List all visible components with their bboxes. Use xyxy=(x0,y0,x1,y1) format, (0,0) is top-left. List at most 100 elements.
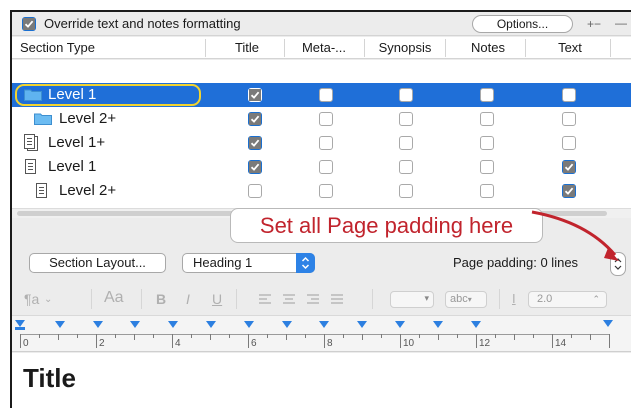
annotation-callout: Set all Page padding here xyxy=(230,208,543,243)
row-label: Level 2+ xyxy=(59,110,117,127)
synopsis-checkbox[interactable] xyxy=(399,136,413,150)
right-indent-marker[interactable] xyxy=(603,320,613,327)
section-layout-button[interactable]: Section Layout... xyxy=(29,253,166,273)
chevron-down-icon: ⌄ xyxy=(44,294,53,305)
table-row[interactable]: Level 1 xyxy=(12,155,631,179)
column-header-notes[interactable]: Notes xyxy=(455,40,521,55)
tab-stop-marker[interactable] xyxy=(206,321,216,328)
text-checkbox[interactable] xyxy=(562,136,576,150)
text-checkbox[interactable] xyxy=(562,160,576,174)
meta-checkbox[interactable] xyxy=(319,160,333,174)
ruler-label: 4 xyxy=(175,338,181,349)
notes-checkbox[interactable] xyxy=(480,160,494,174)
ruler[interactable]: 0 2 4 6 8 10 12 14 xyxy=(12,315,631,352)
compile-format-panel: Override text and notes formatting Optio… xyxy=(10,10,631,408)
text-checkbox[interactable] xyxy=(562,112,576,126)
preview-title-text: Title xyxy=(23,363,76,393)
table-row[interactable]: Level 1 xyxy=(12,83,631,107)
meta-checkbox[interactable] xyxy=(319,112,333,126)
highlight-select[interactable]: abc▾ xyxy=(445,291,487,308)
synopsis-checkbox[interactable] xyxy=(399,88,413,102)
synopsis-checkbox[interactable] xyxy=(399,112,413,126)
ruler-label: 2 xyxy=(99,338,105,349)
page-padding-stepper[interactable] xyxy=(610,252,626,276)
column-header-title[interactable]: Title xyxy=(225,40,269,55)
column-header-meta[interactable]: Meta-... xyxy=(294,40,354,55)
override-row: Override text and notes formatting Optio… xyxy=(12,12,631,36)
override-label: Override text and notes formatting xyxy=(44,16,241,31)
tab-stop-marker[interactable] xyxy=(395,321,405,328)
synopsis-checkbox[interactable] xyxy=(399,160,413,174)
text-checkbox[interactable] xyxy=(562,88,576,102)
underline-button[interactable]: U xyxy=(212,291,222,307)
override-checkbox[interactable] xyxy=(22,17,36,31)
title-checkbox[interactable] xyxy=(248,112,262,126)
section-type-table: Level 1 Level 2+ Level 1+ Level 1 Level … xyxy=(12,60,631,208)
ruler-label: 14 xyxy=(555,338,567,349)
meta-checkbox[interactable] xyxy=(319,88,333,102)
notes-checkbox[interactable] xyxy=(480,136,494,150)
checkmark-icon xyxy=(249,113,261,125)
tab-stop-marker[interactable] xyxy=(168,321,178,328)
row-label: Level 2+ xyxy=(59,182,117,199)
add-remove-control[interactable]: +− xyxy=(587,17,601,31)
checkmark-icon xyxy=(249,89,261,101)
tab-stop-marker[interactable] xyxy=(282,321,292,328)
column-header-synopsis[interactable]: Synopsis xyxy=(369,40,441,55)
checkmark-icon xyxy=(249,161,261,173)
meta-checkbox[interactable] xyxy=(319,136,333,150)
checkmark-icon xyxy=(563,161,575,173)
text-color-select[interactable]: ▾ xyxy=(390,291,434,308)
style-select[interactable]: Heading 1 xyxy=(182,253,315,273)
table-row[interactable]: Level 2+ xyxy=(12,179,631,203)
tab-stop-marker[interactable] xyxy=(130,321,140,328)
panel-menu-control[interactable]: — xyxy=(615,16,627,30)
text-checkbox[interactable] xyxy=(562,184,576,198)
ruler-label: 6 xyxy=(251,338,257,349)
italic-button[interactable]: I xyxy=(186,291,190,307)
style-select-value: Heading 1 xyxy=(193,255,253,270)
title-checkbox[interactable] xyxy=(248,160,262,174)
synopsis-checkbox[interactable] xyxy=(399,184,413,198)
tab-stop-marker[interactable] xyxy=(357,321,367,328)
column-header-section-type[interactable]: Section Type xyxy=(20,40,95,55)
format-bar: ¶a ⌄ Aa B I U ▾ abc▾ I 2.0 ⌃ xyxy=(12,284,631,314)
notes-checkbox[interactable] xyxy=(480,184,494,198)
checkmark-icon xyxy=(249,137,261,149)
line-spacing-field[interactable]: 2.0 ⌃ xyxy=(528,291,607,308)
options-button[interactable]: Options... xyxy=(472,15,573,33)
row-label: Level 1+ xyxy=(48,134,106,151)
notes-checkbox[interactable] xyxy=(480,88,494,102)
bold-button[interactable]: B xyxy=(156,291,166,307)
table-row[interactable]: Level 1+ xyxy=(12,131,631,155)
page-padding-label: Page padding: 0 lines xyxy=(453,255,579,270)
title-checkbox[interactable] xyxy=(248,184,262,198)
tab-stop-marker[interactable] xyxy=(244,321,254,328)
left-indent-marker[interactable] xyxy=(15,320,25,327)
meta-checkbox[interactable] xyxy=(319,184,333,198)
tab-stop-marker[interactable] xyxy=(319,321,329,328)
row-label: Level 1 xyxy=(48,86,97,103)
paragraph-style-menu[interactable]: ¶a xyxy=(24,291,39,307)
tab-stop-marker[interactable] xyxy=(93,321,103,328)
checkmark-icon xyxy=(23,18,35,30)
folder-icon xyxy=(24,89,42,101)
ruler-label: 12 xyxy=(479,338,491,349)
tab-stop-marker[interactable] xyxy=(55,321,65,328)
title-checkbox[interactable] xyxy=(248,88,262,102)
font-button[interactable]: Aa xyxy=(104,289,124,307)
ruler-label: 8 xyxy=(327,338,333,349)
table-row[interactable]: Level 2+ xyxy=(12,107,631,131)
ruler-label: 10 xyxy=(403,338,415,349)
tab-stop-marker[interactable] xyxy=(471,321,481,328)
preview-editor[interactable]: Title xyxy=(12,353,631,408)
document-icon xyxy=(36,183,47,198)
first-line-indent-marker[interactable] xyxy=(15,327,25,330)
notes-checkbox[interactable] xyxy=(480,112,494,126)
document-icon xyxy=(25,159,36,174)
alignment-icons[interactable] xyxy=(257,293,347,305)
title-checkbox[interactable] xyxy=(248,136,262,150)
column-header-text[interactable]: Text xyxy=(535,40,605,55)
tab-stop-marker[interactable] xyxy=(433,321,443,328)
checkmark-icon xyxy=(563,185,575,197)
